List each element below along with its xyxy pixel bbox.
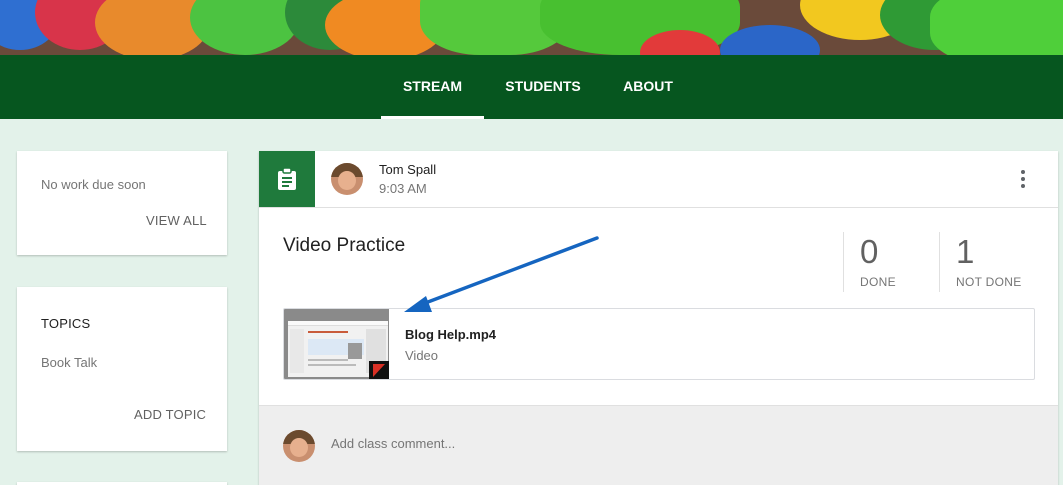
done-label: DONE <box>860 275 896 289</box>
topics-heading: TOPICS <box>41 316 91 331</box>
video-thumbnail <box>284 309 389 379</box>
class-nav-bar: STREAM STUDENTS ABOUT <box>0 55 1063 119</box>
post-author: Tom Spall <box>379 162 437 177</box>
post-header-divider <box>259 207 1058 208</box>
author-avatar <box>331 163 363 195</box>
done-count[interactable]: 0 <box>860 233 878 271</box>
attachment-type: Video <box>405 348 439 363</box>
user-avatar <box>283 430 315 462</box>
post-time: 9:03 AM <box>379 181 427 196</box>
assignment-icon <box>259 151 315 207</box>
stats-divider <box>939 232 940 292</box>
comment-bar <box>259 405 1058 485</box>
class-comment-input[interactable] <box>331 436 731 451</box>
tab-stream[interactable]: STREAM <box>381 55 484 119</box>
more-options-icon[interactable] <box>1017 170 1029 190</box>
add-topic-button[interactable]: ADD TOPIC <box>134 407 206 422</box>
tab-about[interactable]: ABOUT <box>604 55 692 119</box>
topics-card: TOPICS Book Talk ADD TOPIC <box>17 287 227 451</box>
not-done-count[interactable]: 1 <box>956 233 974 271</box>
tab-students[interactable]: STUDENTS <box>492 55 594 119</box>
assignment-post: Tom Spall 9:03 AM Video Practice 0 DONE … <box>259 151 1058 485</box>
topic-item-book-talk[interactable]: Book Talk <box>41 355 97 370</box>
not-done-label: NOT DONE <box>956 275 1022 289</box>
video-attachment[interactable]: Blog Help.mp4 Video <box>283 308 1035 380</box>
upcoming-status: No work due soon <box>41 177 146 192</box>
stats-divider <box>843 232 844 292</box>
class-banner <box>0 0 1063 55</box>
attachment-name: Blog Help.mp4 <box>405 327 497 342</box>
assignment-title[interactable]: Video Practice <box>283 235 405 257</box>
upcoming-card: No work due soon VIEW ALL <box>17 151 227 255</box>
view-all-link[interactable]: VIEW ALL <box>146 213 207 228</box>
